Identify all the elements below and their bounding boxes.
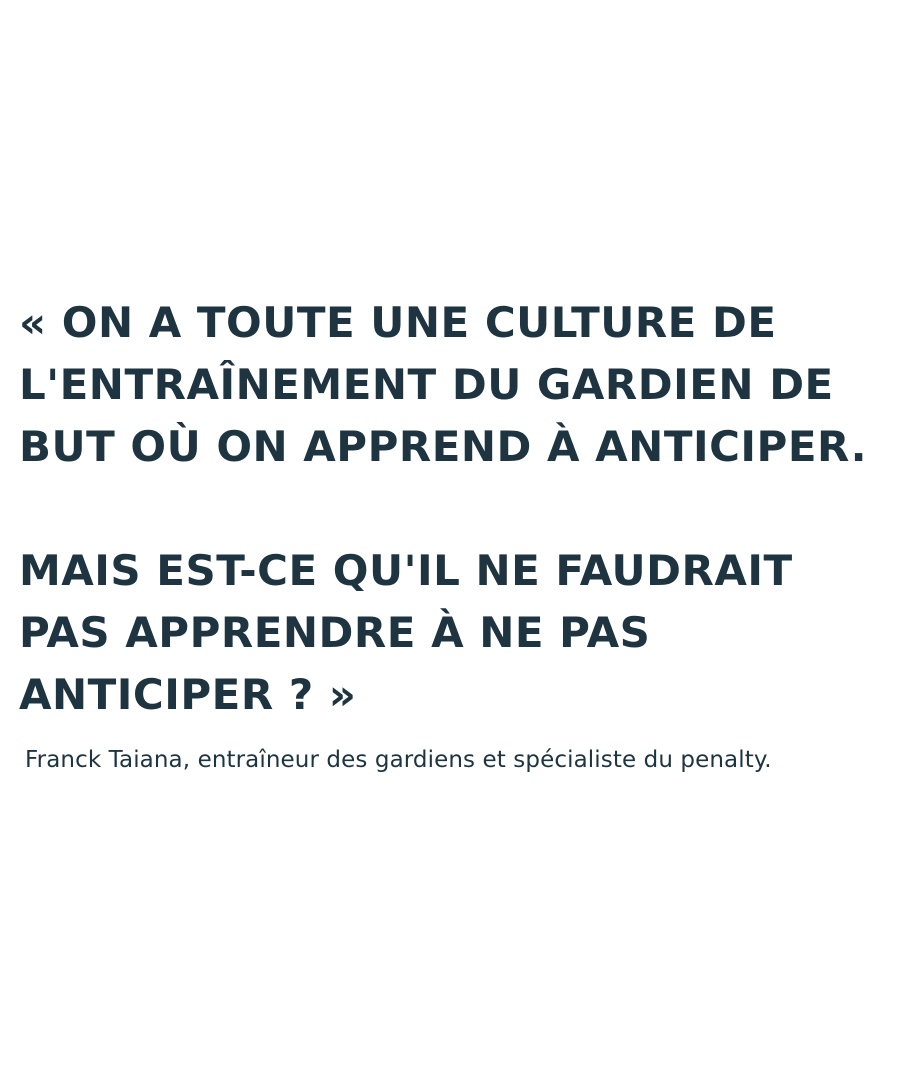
quote-line-1: « On a toute une culture de	[19, 298, 777, 347]
quote-line-6: anticiper ? »	[19, 670, 357, 719]
quote-line-2: l'entraînement du gardien de	[19, 360, 834, 409]
quote-attribution: Franck Taiana, entraîneur des gardiens e…	[25, 747, 772, 773]
article-page: « On a toute une culture de l'entraîneme…	[0, 0, 924, 1080]
quote-line-5: pas apprendre à ne pas	[19, 608, 651, 657]
quote-line-3: but où on apprend à anticiper.	[19, 422, 868, 471]
quote-paragraph-gap	[19, 478, 919, 540]
quote-line-4: Mais est-ce qu'il ne faudrait	[19, 546, 793, 595]
pull-quote: « On a toute une culture de l'entraîneme…	[19, 292, 919, 726]
